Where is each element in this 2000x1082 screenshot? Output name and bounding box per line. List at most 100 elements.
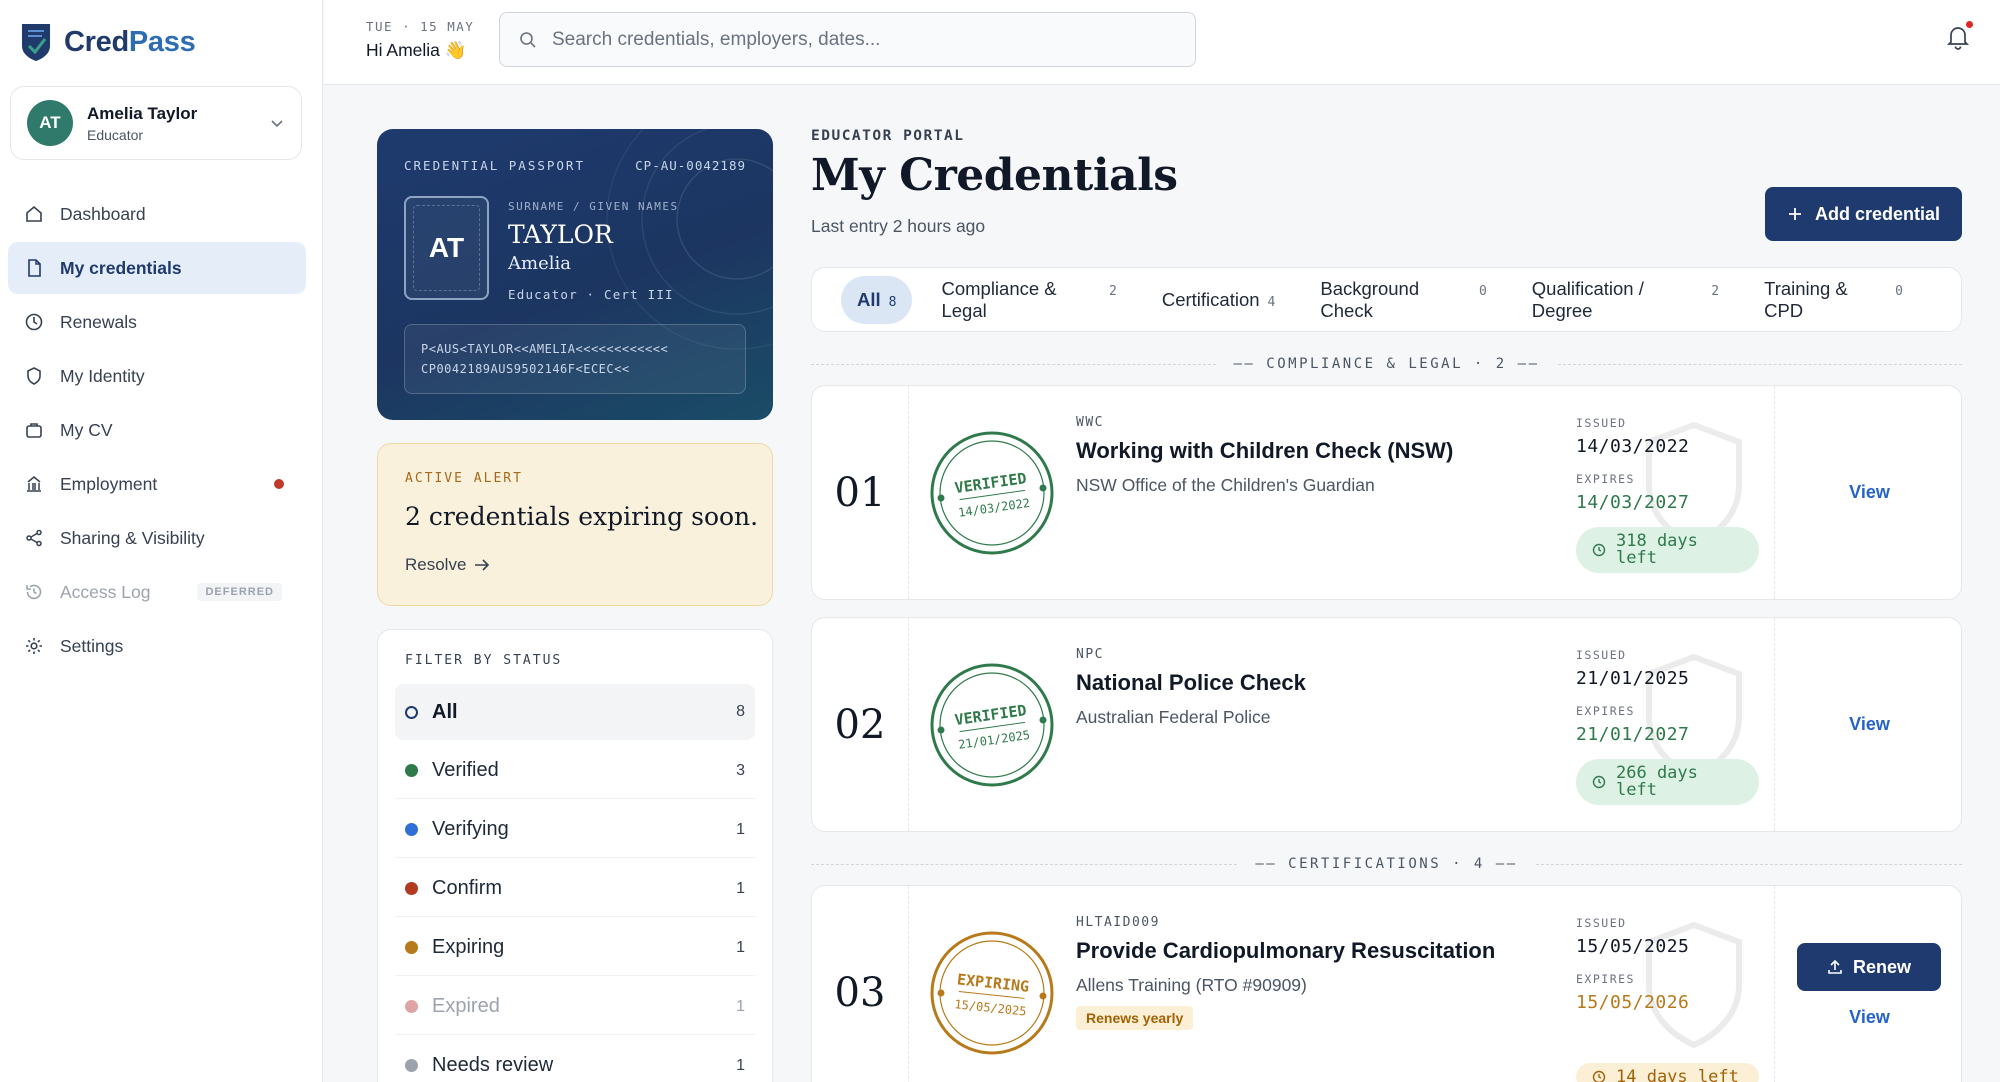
- user-name: Amelia Taylor: [87, 103, 198, 123]
- mrz-line-1: P<AUS<TAYLOR<<AMELIA<<<<<<<<<<<<: [421, 342, 669, 356]
- status-dot: [405, 882, 418, 895]
- tab-qualification-degree[interactable]: Qualification / Degree 2: [1516, 265, 1735, 335]
- add-credential-button[interactable]: Add credential: [1765, 187, 1962, 241]
- filter-all[interactable]: All 8: [395, 684, 755, 740]
- tab-training-cpd[interactable]: Training & CPD 0: [1748, 265, 1919, 335]
- issued-label: ISSUED: [1576, 416, 1627, 430]
- deferred-badge: DEFERRED: [197, 583, 282, 601]
- credential-card[interactable]: 01 VERIFIED 14/03/2022 WWC Working with …: [811, 385, 1962, 600]
- search-input[interactable]: Search credentials, employers, dates...: [499, 12, 1196, 67]
- logo[interactable]: CredPass: [20, 22, 196, 62]
- clock-icon: [25, 313, 43, 331]
- filter-label: Expiring: [432, 936, 505, 958]
- expires-label: EXPIRES: [1576, 472, 1635, 486]
- days-left-badge: 318 days left: [1576, 527, 1759, 573]
- stamp-date: 21/01/2025: [957, 728, 1030, 752]
- status-dot: [405, 705, 418, 719]
- tab-count: 0: [1895, 283, 1903, 299]
- nav-label: Access Log: [60, 581, 151, 602]
- filter-title: FILTER BY STATUS: [405, 653, 563, 668]
- nav-settings[interactable]: Settings: [8, 620, 306, 672]
- nav-renewals[interactable]: Renewals: [8, 296, 306, 348]
- gear-icon: [26, 638, 42, 654]
- filter-expiring[interactable]: Expiring 1: [395, 920, 755, 976]
- nav-dashboard[interactable]: Dashboard: [8, 188, 306, 240]
- nav-my-cv[interactable]: My CV: [8, 404, 306, 456]
- section-divider-compliance: —— COMPLIANCE & LEGAL · 2 ——: [811, 354, 1962, 374]
- nav-my-identity[interactable]: My Identity: [8, 350, 306, 402]
- view-link[interactable]: View: [1775, 714, 1961, 735]
- account-switcher[interactable]: AT Amelia Taylor Educator: [10, 86, 302, 160]
- tab-label: Background Check: [1320, 277, 1420, 321]
- days-count: 14 days left: [1616, 1066, 1739, 1082]
- issued-date: 15/05/2025: [1576, 936, 1690, 957]
- document-icon: [28, 259, 41, 277]
- verified-stamp: VERIFIED 14/03/2022: [930, 431, 1054, 555]
- credential-passport-card[interactable]: CREDENTIAL PASSPORT CP-AU-0042189 AT SUR…: [377, 129, 773, 420]
- days-left-badge: 266 days left: [1576, 759, 1759, 805]
- tab-label: Training & CPD: [1764, 277, 1848, 321]
- add-credential-label: Add credential: [1814, 203, 1941, 224]
- nav-label: Sharing & Visibility: [60, 527, 205, 548]
- nav-access-log[interactable]: Access Log DEFERRED: [8, 566, 306, 618]
- tab-compliance-legal[interactable]: Compliance & Legal 2: [925, 265, 1132, 335]
- stamp-date: 14/03/2022: [957, 496, 1030, 520]
- status-dot: [405, 764, 418, 777]
- tab-label: All: [857, 288, 881, 310]
- days-suffix: left: [1616, 780, 1657, 800]
- credential-card[interactable]: 02 VERIFIED 21/01/2025 NPC National Poli…: [811, 617, 1962, 832]
- filter-count: 3: [736, 761, 745, 779]
- view-link[interactable]: View: [1775, 482, 1961, 503]
- days-suffix: left: [1616, 548, 1657, 568]
- filter-needs-review[interactable]: Needs review 1: [395, 1038, 755, 1082]
- passport-id: CP-AU-0042189: [635, 158, 746, 173]
- expires-date: 14/03/2027: [1576, 492, 1690, 513]
- resolve-link[interactable]: Resolve: [405, 555, 490, 575]
- tab-background-check[interactable]: Background Check 0: [1304, 265, 1502, 335]
- stamp-label: VERIFIED: [954, 469, 1028, 497]
- history-icon: [26, 584, 42, 600]
- credential-code: WWC: [1076, 415, 1104, 430]
- filter-count: 1: [736, 879, 745, 897]
- nav-employment[interactable]: Employment: [8, 458, 306, 510]
- view-link[interactable]: View: [1775, 1007, 1961, 1028]
- issued-label: ISSUED: [1576, 916, 1627, 930]
- renew-button[interactable]: Renew: [1797, 943, 1941, 991]
- nav-label: My credentials: [60, 257, 182, 278]
- tab-all[interactable]: All 8: [841, 275, 913, 324]
- credential-actions: View: [1774, 386, 1961, 599]
- filter-verifying[interactable]: Verifying 1: [395, 802, 755, 858]
- credential-number: 02: [812, 618, 909, 831]
- briefcase-icon: [26, 423, 42, 438]
- home-icon: [26, 205, 42, 222]
- passport-role: Educator · Cert III: [508, 287, 674, 302]
- filter-confirm[interactable]: Confirm 1: [395, 861, 755, 917]
- issued-date: 21/01/2025: [1576, 668, 1690, 689]
- nav-my-credentials[interactable]: My credentials: [8, 242, 306, 294]
- bell-icon[interactable]: [1946, 24, 1970, 50]
- status-dot: [405, 823, 418, 836]
- sidebar: CredPass AT Amelia Taylor Educator Dashb…: [0, 0, 323, 1082]
- issued-date: 14/03/2022: [1576, 436, 1690, 457]
- tab-count: 0: [1478, 283, 1487, 299]
- credential-actions: Renew View: [1774, 886, 1961, 1082]
- section-label: —— CERTIFICATIONS · 4 ——: [1255, 856, 1518, 872]
- clock-icon: [1592, 543, 1606, 557]
- status-dot: [405, 941, 418, 954]
- status-dot: [405, 1000, 418, 1013]
- filter-count: 8: [736, 703, 745, 720]
- filter-verified[interactable]: Verified 3: [395, 743, 755, 799]
- filter-count: 1: [736, 997, 745, 1015]
- nav-label: My CV: [60, 419, 113, 440]
- tab-certification[interactable]: Certification 4: [1146, 276, 1292, 324]
- filter-label: All: [432, 700, 458, 723]
- filter-label: Expired: [432, 995, 500, 1017]
- clock-icon: [1592, 1070, 1606, 1082]
- filter-expired[interactable]: Expired 1: [395, 979, 755, 1035]
- credential-card[interactable]: 03 EXPIRING 15/05/2025 HLTAID009 Provide…: [811, 885, 1962, 1082]
- issued-label: ISSUED: [1576, 648, 1627, 662]
- nav-sharing-visibility[interactable]: Sharing & Visibility: [8, 512, 306, 564]
- tab-label: Compliance & Legal: [941, 277, 1057, 321]
- category-tabs: All 8 Compliance & Legal 2 Certification 4 …: [811, 267, 1962, 332]
- machine-readable-zone: P<AUS<TAYLOR<<AMELIA<<<<<<<<<<<< CP00421…: [404, 324, 746, 394]
